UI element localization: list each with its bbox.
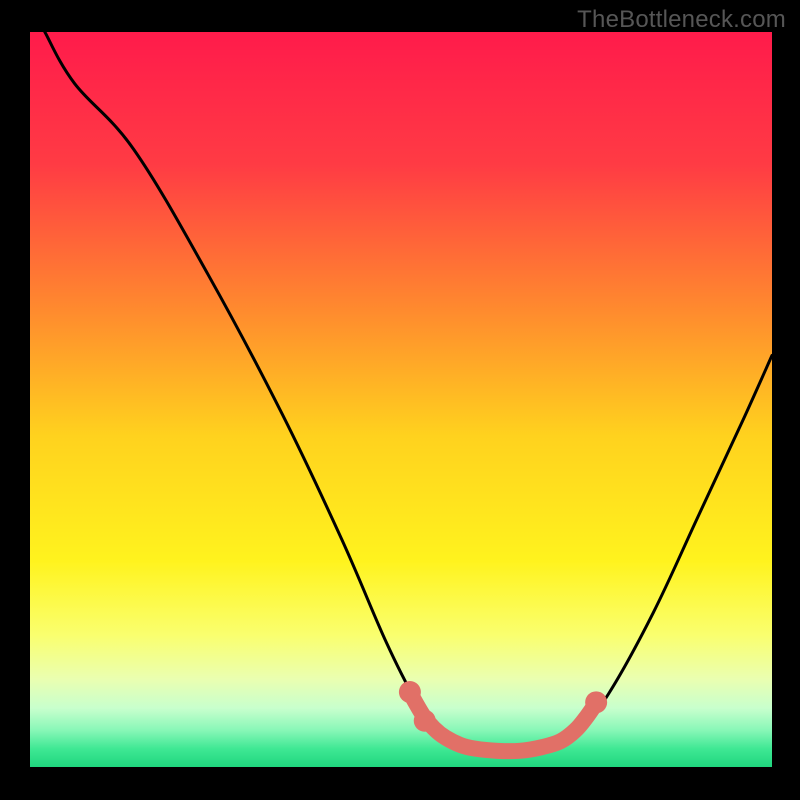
highlight-dot	[585, 691, 607, 713]
highlight-dot	[414, 710, 436, 732]
plot-background	[30, 32, 772, 767]
highlight-dot	[399, 681, 421, 703]
bottleneck-chart	[0, 0, 800, 800]
watermark-text: TheBottleneck.com	[577, 6, 786, 34]
